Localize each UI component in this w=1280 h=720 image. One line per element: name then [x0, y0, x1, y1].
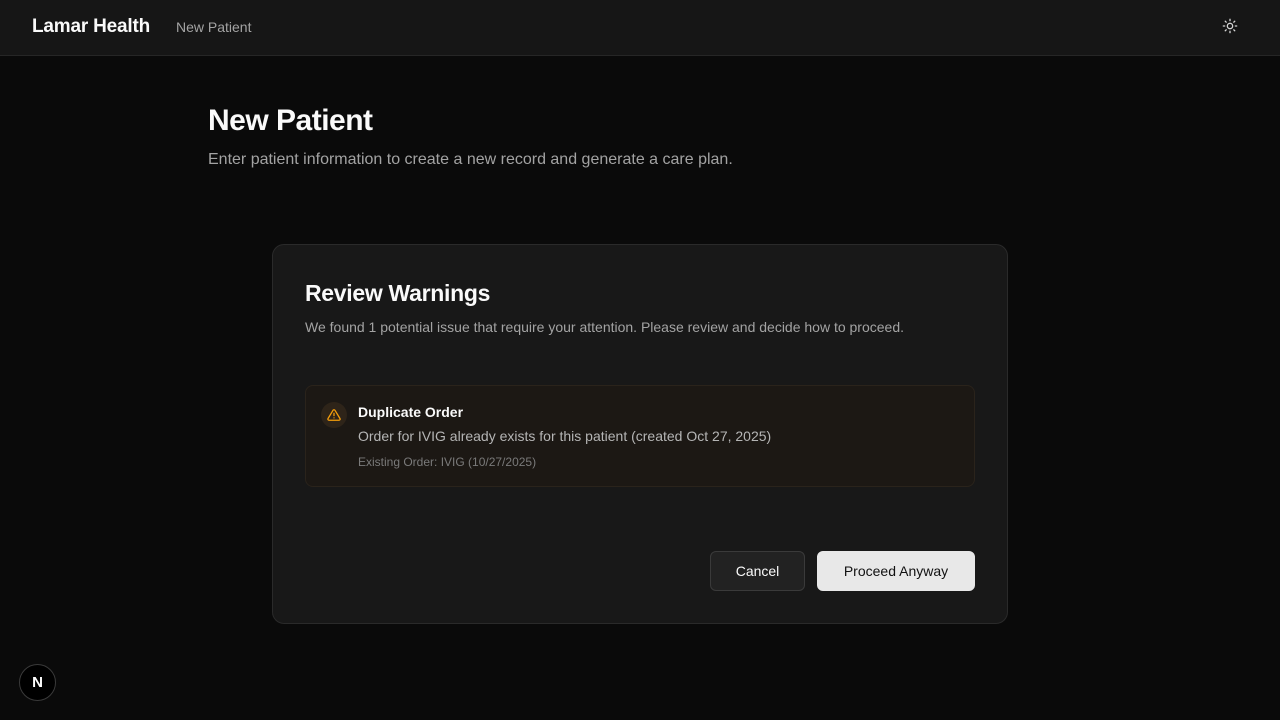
page-title: New Patient	[208, 104, 373, 137]
nextjs-dev-badge[interactable]: N	[19, 664, 56, 701]
warning-triangle-icon	[321, 402, 347, 428]
nav-link-new-patient[interactable]: New Patient	[176, 19, 251, 35]
warning-message: Order for IVIG already exists for this p…	[358, 428, 772, 444]
brand-logo-text[interactable]: Lamar Health	[32, 16, 150, 38]
cancel-button[interactable]: Cancel	[710, 551, 805, 591]
warning-card-duplicate-order: Duplicate Order Order for IVIG already e…	[305, 385, 975, 487]
warning-title: Duplicate Order	[358, 404, 464, 420]
top-navigation-bar: Lamar Health New Patient	[0, 0, 1280, 56]
dialog-title: Review Warnings	[305, 280, 491, 306]
dialog-description: We found 1 potential issue that require …	[305, 319, 905, 335]
nextjs-icon: N	[32, 674, 43, 691]
review-warnings-dialog: Review Warnings We found 1 potential iss…	[272, 244, 1008, 624]
theme-toggle-button[interactable]	[1216, 13, 1244, 41]
proceed-anyway-button[interactable]: Proceed Anyway	[817, 551, 975, 591]
warning-detail: Existing Order: IVIG (10/27/2025)	[358, 455, 537, 469]
page-subtitle: Enter patient information to create a ne…	[208, 151, 733, 168]
sun-icon	[1222, 18, 1238, 37]
